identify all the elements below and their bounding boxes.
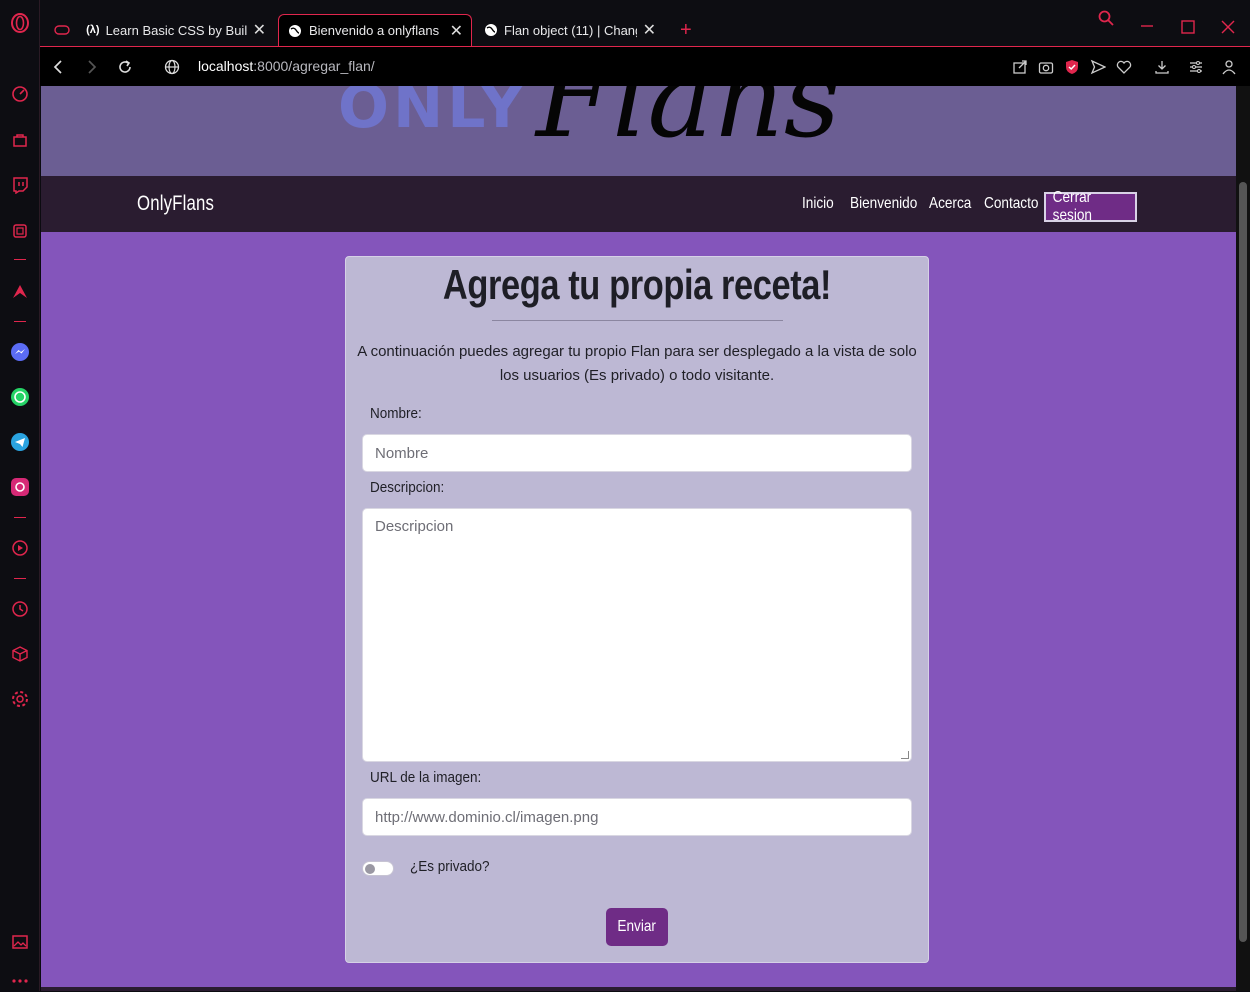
maximize-icon[interactable] (1181, 18, 1195, 39)
tab-title: Learn Basic CSS by Building (105, 22, 247, 38)
whatsapp-icon[interactable] (9, 386, 31, 408)
hero-logo-flans: Flans (536, 86, 841, 162)
instagram-icon[interactable] (9, 476, 31, 498)
gx-controller-icon[interactable] (46, 14, 78, 46)
logout-button[interactable]: Cerrar sesion (1044, 189, 1137, 224)
address-bar: localhost:8000/agregar_flan/ (40, 46, 1250, 86)
globe-icon (287, 23, 303, 39)
new-tab-button[interactable]: + (672, 14, 702, 46)
telegram-icon[interactable] (9, 431, 31, 453)
sidebar-divider (14, 259, 26, 260)
close-tab-icon[interactable]: ✕ (247, 20, 266, 40)
browser-sidebar (0, 0, 40, 991)
name-label: Nombre: (370, 405, 422, 422)
reload-icon[interactable] (115, 57, 135, 77)
freecodecamp-icon: (λ) (86, 24, 100, 36)
url-host: localhost (198, 58, 254, 74)
page-viewport: ONLY Flans OnlyFlans Inicio Bienvenido A… (41, 86, 1236, 991)
hero-banner: ONLY Flans (41, 86, 1236, 176)
image-url-input[interactable]: http://www.dominio.cl/imagen.png (362, 798, 912, 836)
gallery-icon[interactable] (9, 931, 31, 953)
sidebar-divider (14, 578, 26, 579)
aria-icon[interactable] (9, 280, 31, 302)
nav-link-inicio[interactable]: Inicio (802, 195, 834, 213)
share-icon[interactable] (1010, 57, 1030, 77)
private-toggle-switch[interactable] (362, 861, 394, 876)
cube-icon[interactable] (9, 643, 31, 665)
adblock-shield-icon[interactable] (1062, 57, 1082, 77)
form-title: Agrega tu propia receta! (442, 261, 832, 308)
site-navbar: OnlyFlans Inicio Bienvenido Acerca Conta… (41, 176, 1236, 232)
add-flan-form-card: Agrega tu propia receta! A continuación … (345, 256, 929, 963)
title-divider (492, 320, 783, 321)
tab-flan-object[interactable]: Flan object (11) | Change fl ✕ (476, 14, 664, 46)
profile-icon[interactable] (1219, 57, 1239, 77)
footer-strip (41, 987, 1236, 991)
form-intro: A continuación puedes agregar tu propio … (357, 343, 917, 384)
description-placeholder: Descripcion (375, 518, 454, 535)
nav-link-acerca[interactable]: Acerca (929, 195, 971, 213)
toggle-knob (365, 864, 375, 874)
close-tab-icon[interactable]: ✕ (444, 21, 463, 41)
submit-button[interactable]: Enviar (606, 908, 668, 946)
tab-bar: (λ) Learn Basic CSS by Building ✕ Bienve… (40, 0, 1250, 46)
logout-label: Cerrar sesion (1052, 189, 1092, 224)
name-placeholder: Nombre (375, 444, 429, 462)
twitch-icon[interactable] (9, 174, 31, 196)
easy-setup-icon[interactable] (1186, 57, 1206, 77)
ai-chip-icon[interactable] (9, 220, 31, 242)
more-icon[interactable] (9, 970, 31, 992)
tab-onlyflans[interactable]: Bienvenido a onlyflans ✕ (278, 14, 472, 46)
url-path: :8000/agregar_flan/ (253, 58, 375, 74)
name-input[interactable]: Nombre (362, 434, 912, 472)
send-icon[interactable] (1088, 57, 1108, 77)
minimize-icon[interactable] (1140, 8, 1154, 33)
nav-link-bienvenido[interactable]: Bienvenido (850, 195, 917, 213)
speed-dial-icon[interactable] (9, 83, 31, 105)
globe-icon (484, 22, 498, 38)
description-textarea[interactable]: Descripcion (362, 508, 912, 762)
site-info-globe-icon[interactable] (162, 57, 182, 77)
navbar-brand[interactable]: OnlyFlans (137, 192, 214, 216)
bookmark-heart-icon[interactable] (1114, 57, 1134, 77)
tab-title: Bienvenido a onlyflans (309, 23, 440, 38)
sidebar-divider (14, 321, 26, 322)
nav-link-contacto[interactable]: Contacto (984, 195, 1038, 213)
sidebar-divider (14, 517, 26, 518)
image-url-label: URL de la imagen: (370, 769, 482, 786)
shopping-icon[interactable] (9, 129, 31, 151)
page-scrollbar[interactable] (1236, 86, 1250, 991)
close-window-icon[interactable] (1221, 18, 1235, 39)
scrollbar-thumb[interactable] (1239, 182, 1247, 942)
player-icon[interactable] (9, 537, 31, 559)
hero-logo-only: ONLY (338, 86, 528, 142)
snapshot-camera-icon[interactable] (1036, 57, 1056, 77)
history-icon[interactable] (9, 598, 31, 620)
close-tab-icon[interactable]: ✕ (637, 20, 656, 40)
search-tabs-icon[interactable] (1098, 10, 1114, 31)
forward-icon[interactable] (82, 57, 102, 77)
download-icon[interactable] (1152, 57, 1172, 77)
description-label: Descripcion: (370, 479, 445, 496)
resize-handle[interactable] (901, 751, 909, 759)
private-toggle-label: ¿Es privado? (410, 858, 490, 875)
opera-logo-icon[interactable] (9, 12, 31, 34)
back-icon[interactable] (48, 57, 68, 77)
image-url-placeholder: http://www.dominio.cl/imagen.png (375, 808, 599, 826)
messenger-icon[interactable] (9, 341, 31, 363)
submit-label: Enviar (617, 918, 657, 935)
tab-title: Flan object (11) | Change fl (504, 22, 637, 38)
settings-gear-icon[interactable] (9, 688, 31, 710)
tab-learn-css[interactable]: (λ) Learn Basic CSS by Building ✕ (78, 14, 274, 46)
url-field[interactable]: localhost:8000/agregar_flan/ (198, 58, 375, 74)
